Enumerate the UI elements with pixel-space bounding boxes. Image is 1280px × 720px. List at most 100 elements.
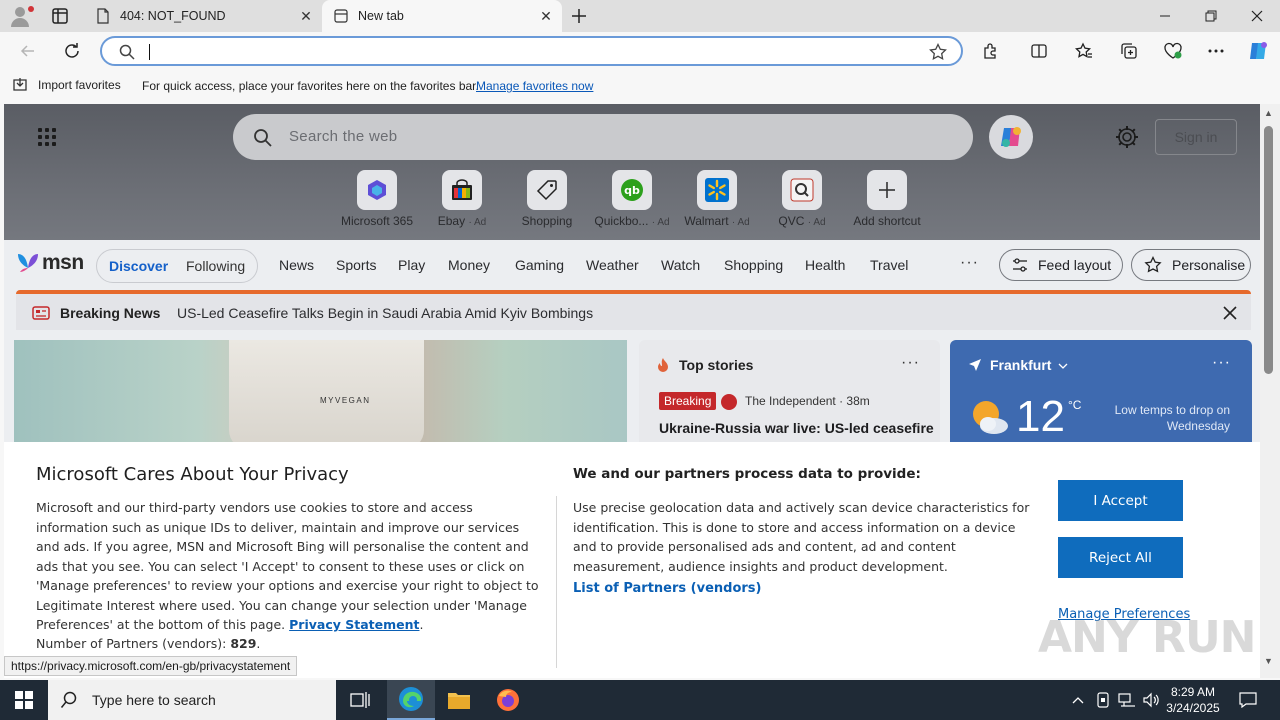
chevron-down-icon [1058,363,1068,369]
collections-button[interactable] [1112,36,1146,66]
taskbar-file-explorer[interactable] [435,680,483,720]
restore-icon [1205,10,1217,22]
hero-story-card[interactable]: MYVEGAN [14,340,627,450]
sign-in-button[interactable]: Sign in [1155,119,1237,155]
shortcut-qvc[interactable]: QVC · Ad [759,170,845,228]
add-shortcut-button[interactable]: Add shortcut [844,170,930,228]
split-screen-button[interactable] [1022,36,1056,66]
story-headline[interactable]: Ukraine-Russia war live: US-led ceasefir… [659,420,934,436]
personalise-button[interactable]: Personalise [1131,249,1251,281]
task-view-button[interactable] [336,680,384,720]
network-tray-icon[interactable] [1116,680,1138,720]
weather-card[interactable]: Frankfurt ··· 12 °C Low temps to drop on… [950,340,1252,450]
taskbar: Type here to search 8:29 AM 3/24/2025 [0,680,1280,720]
back-button[interactable] [12,36,44,66]
shortcut-ebay[interactable]: Ebay · Ad [419,170,505,228]
page-settings-button[interactable] [1114,124,1140,150]
more-menu-button[interactable] [1199,36,1233,66]
copilot-sidebar-button[interactable] [1241,36,1275,66]
tab-actions-icon[interactable] [48,6,72,26]
hero-background: Search the web Sign in Microsoft 365 Eba… [4,104,1260,240]
copilot-button[interactable] [989,115,1033,159]
split-screen-icon [1031,44,1047,58]
shortcut-quickbooks[interactable]: qb Quickbo... · Ad [589,170,675,228]
taskbar-search-box[interactable]: Type here to search [48,680,336,720]
scroll-down-icon[interactable]: ▼ [1264,656,1273,666]
nav-health[interactable]: Health [805,257,845,273]
close-tab-icon[interactable]: ✕ [294,4,318,28]
minimize-icon [1160,15,1170,17]
following-tab[interactable]: Following [186,258,245,274]
nav-play[interactable]: Play [398,257,425,273]
nav-news[interactable]: News [279,257,314,273]
collections-icon [1121,43,1137,59]
close-tab-icon[interactable]: ✕ [534,4,558,28]
scroll-up-icon[interactable]: ▲ [1264,108,1273,118]
partners-list-link[interactable]: List of Partners (vendors) [573,581,761,596]
new-tab-button[interactable] [566,4,592,28]
shortcut-shopping[interactable]: Shopping [504,170,590,228]
restore-button[interactable] [1188,0,1234,32]
breaking-news-headline[interactable]: US-Led Ceasefire Talks Begin in Saudi Ar… [177,305,593,321]
data-processing-title: We and our partners process data to prov… [573,466,921,482]
start-button[interactable] [0,680,48,720]
taskbar-firefox[interactable] [484,680,532,720]
shortcut-label: Add shortcut [853,214,921,228]
profile-icon[interactable] [8,4,34,28]
shortcut-microsoft-365[interactable]: Microsoft 365 [334,170,420,228]
accept-button[interactable]: I Accept [1058,480,1183,521]
nav-watch[interactable]: Watch [661,257,700,273]
microsoft-365-icon [368,180,386,200]
close-window-button[interactable] [1234,0,1280,32]
web-search-placeholder: Search the web [289,128,398,145]
manage-favorites-link[interactable]: Manage favorites now [476,79,593,93]
nav-shopping[interactable]: Shopping [724,257,783,273]
minimize-button[interactable] [1142,0,1188,32]
nav-travel[interactable]: Travel [870,257,908,273]
nav-gaming[interactable]: Gaming [515,257,564,273]
discover-tab[interactable]: Discover [109,258,168,274]
app-launcher-icon[interactable] [38,128,58,148]
notifications-button[interactable] [1234,680,1262,720]
product-image [229,340,424,450]
shortcut-label: Microsoft 365 [340,214,414,228]
taskbar-edge[interactable] [387,680,435,720]
watermark-logo: ANY RUN [1038,612,1256,663]
taskbar-search-placeholder: Type here to search [92,692,216,708]
weather-city[interactable]: Frankfurt [990,357,1051,373]
nav-weather[interactable]: Weather [586,257,639,273]
privacy-statement-link[interactable]: Privacy Statement [289,617,419,632]
import-favorites-button[interactable]: Import favorites [12,77,121,93]
top-stories-more-button[interactable]: ··· [901,354,920,372]
close-icon[interactable] [1221,304,1239,322]
refresh-button[interactable] [56,36,88,66]
extensions-button[interactable] [974,36,1008,66]
msn-logo[interactable]: msn [16,250,84,276]
star-favorite-icon[interactable] [929,43,947,61]
nav-sports[interactable]: Sports [336,257,376,273]
reject-all-button[interactable]: Reject All [1058,537,1183,578]
show-hidden-icons-button[interactable] [1068,680,1088,720]
more-categories-button[interactable]: ··· [960,254,979,272]
performance-button[interactable] [1156,36,1190,66]
network-icon [1118,693,1135,707]
temperature: 12 [1016,392,1065,441]
page-scrollbar[interactable]: ▲ ▼ [1260,104,1280,678]
system-clock[interactable]: 8:29 AM 3/24/2025 [1158,684,1228,716]
address-bar[interactable] [100,36,963,66]
breaking-news-banner[interactable]: Breaking News US-Led Ceasefire Talks Beg… [16,290,1251,330]
weather-more-button[interactable]: ··· [1212,354,1231,372]
nav-money[interactable]: Money [448,257,490,273]
web-search-box[interactable]: Search the web [233,114,973,160]
tab-new-tab[interactable]: New tab ✕ [322,0,562,32]
tab-404[interactable]: 404: NOT_FOUND ✕ [84,0,322,32]
device-tray-icon[interactable] [1093,680,1113,720]
feed-layout-button[interactable]: Feed layout [999,249,1123,281]
more-dots-icon [1208,49,1224,53]
favorites-button[interactable] [1067,36,1101,66]
favorites-star-icon [1075,42,1092,58]
flame-icon [658,358,668,372]
shortcut-walmart[interactable]: Walmart · Ad [674,170,760,228]
import-favorites-label: Import favorites [38,78,121,92]
scroll-thumb[interactable] [1264,126,1273,374]
